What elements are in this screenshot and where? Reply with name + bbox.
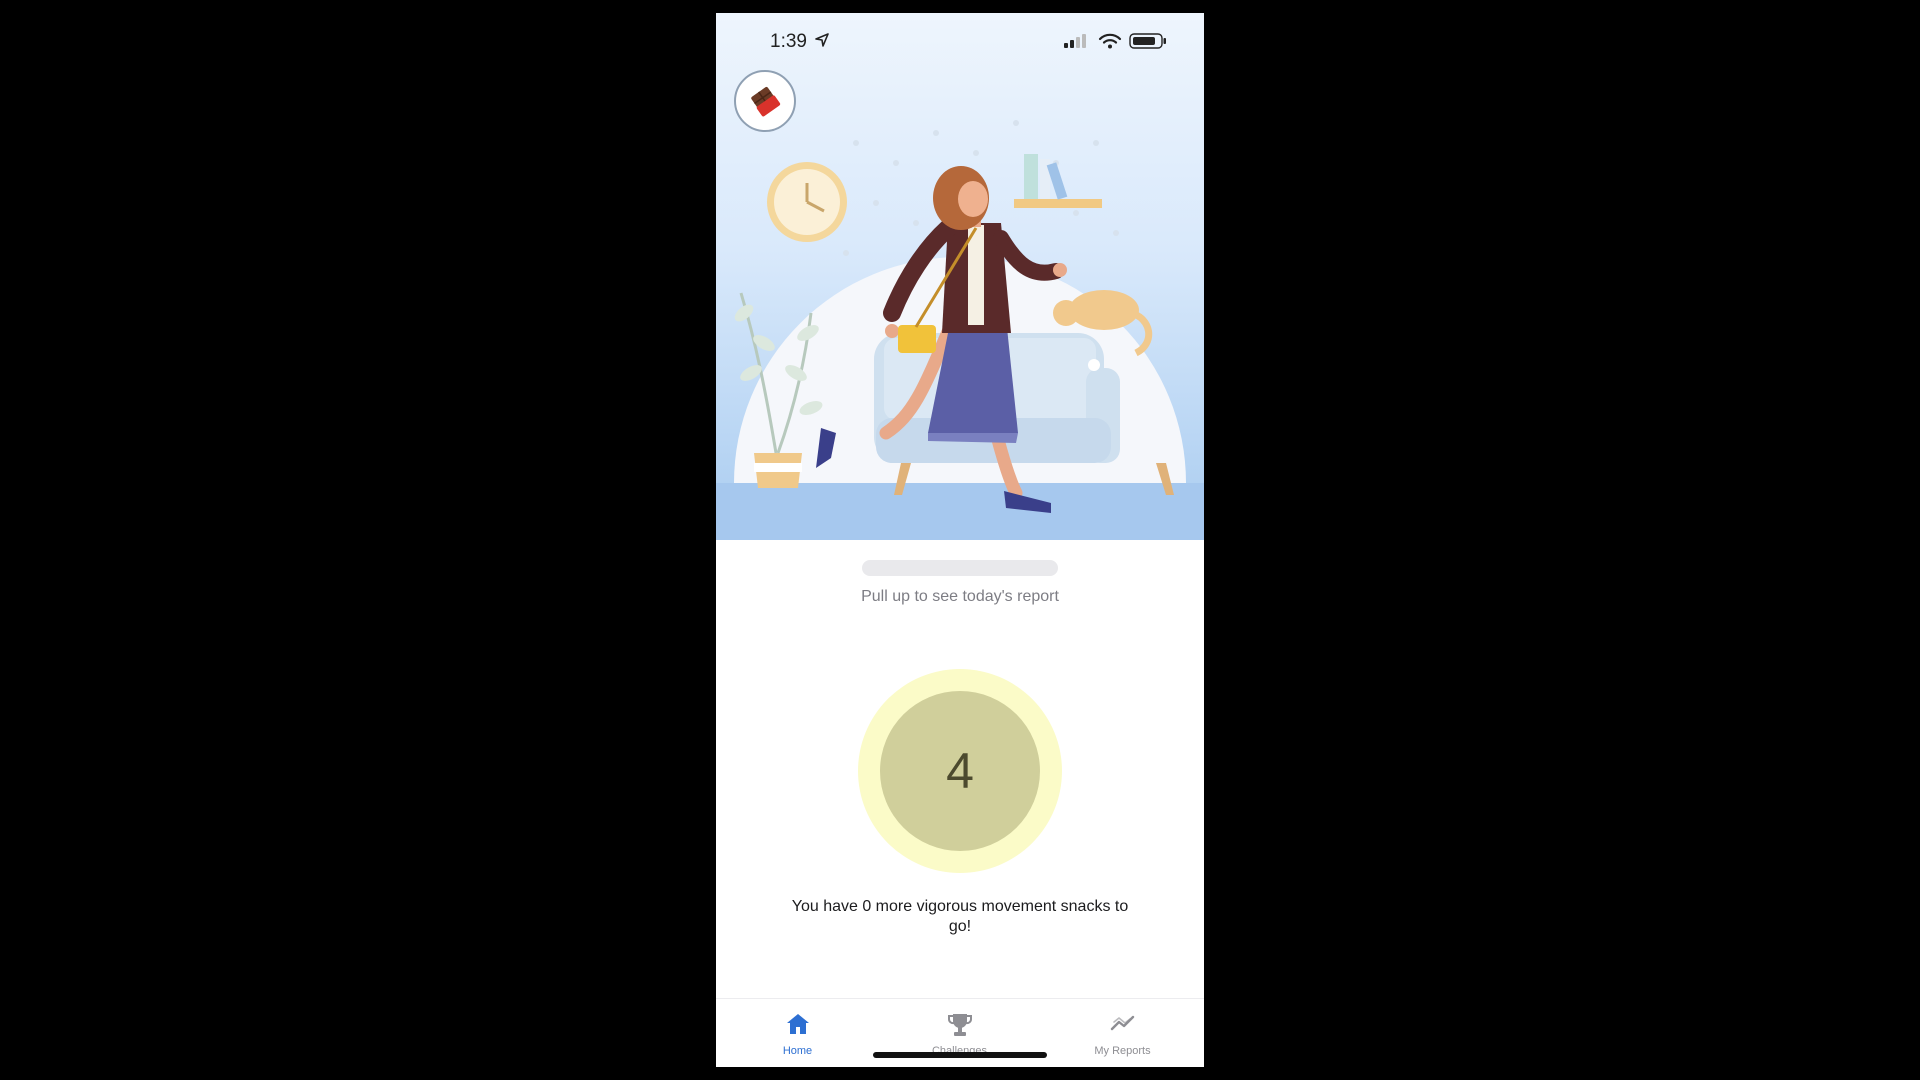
home-icon [786,1013,810,1040]
cellular-signal-icon [1064,34,1086,48]
snack-counter-value: 4 [880,691,1040,851]
chocolate-avatar-button[interactable] [734,70,796,132]
location-arrow-icon [815,33,829,52]
trophy-icon [947,1013,973,1042]
pull-up-hint: Pull up to see today's report [861,588,1059,605]
sheet-grabber[interactable] [862,560,1058,576]
trend-chart-icon [1110,1013,1136,1038]
tab-home[interactable]: Home [716,999,879,1067]
status-time: 1:39 [770,31,807,52]
phone-screen: 1:39 Pull up to see today's report 4 You… [716,13,1204,1067]
tab-my-reports[interactable]: My Reports [1041,999,1204,1067]
home-indicator [873,1052,1047,1058]
chocolate-bar-icon [751,87,781,117]
tab-my-reports-label: My Reports [1094,1045,1151,1057]
status-icons [1064,33,1168,54]
battery-icon [1129,33,1166,49]
tab-home-label: Home [782,1045,813,1057]
status-bar: 1:39 [716,13,1204,69]
wifi-icon [1098,33,1122,44]
snack-message: You have 0 more vigorous movement snacks… [791,898,1129,935]
